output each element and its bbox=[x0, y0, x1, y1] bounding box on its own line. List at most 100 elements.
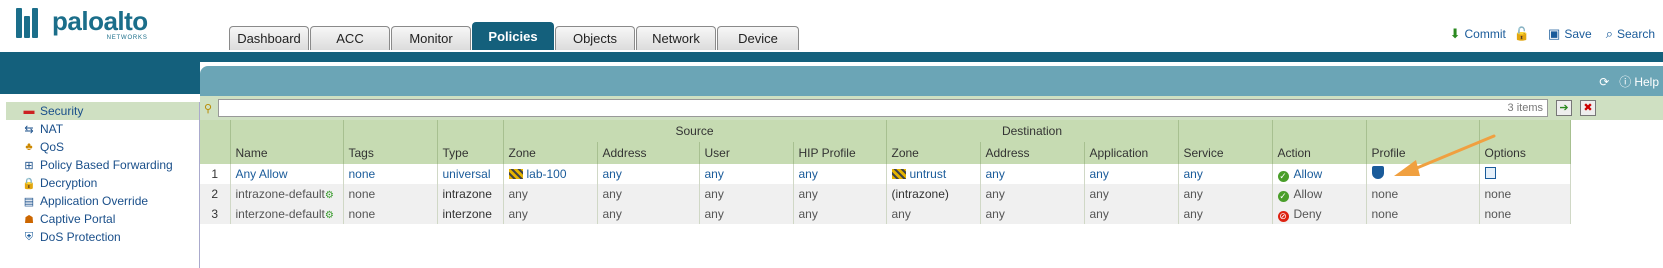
rule-options: none bbox=[1479, 204, 1571, 224]
rule-hip[interactable]: any bbox=[793, 164, 887, 184]
col-src-zone[interactable]: Zone bbox=[503, 142, 598, 164]
row-index: 3 bbox=[200, 204, 231, 224]
rule-options[interactable] bbox=[1479, 164, 1571, 184]
rule-src-address: any bbox=[597, 204, 700, 224]
rule-src-address[interactable]: any bbox=[597, 164, 700, 184]
sidebar-item-app-override[interactable]: ▤ Application Override bbox=[6, 192, 199, 210]
top-links: ⬇ Commit 🔓 ▣ Save ⌕ Search bbox=[1436, 26, 1655, 42]
rule-action[interactable]: ✓ Allow bbox=[1272, 164, 1367, 184]
rule-user: any bbox=[699, 204, 794, 224]
save-button[interactable]: ▣ Save bbox=[1548, 26, 1592, 42]
col-dst-zone[interactable]: Zone bbox=[886, 142, 981, 164]
table-row[interactable]: 3 interzone-default⚙ none interzone any … bbox=[200, 204, 1571, 224]
sidebar-item-label: Captive Portal bbox=[40, 212, 116, 226]
sidebar-item-captive-portal[interactable]: ☗ Captive Portal bbox=[6, 210, 199, 228]
gear-icon: ⚙ bbox=[324, 210, 334, 221]
search-label: Search bbox=[1616, 27, 1655, 41]
tab-objects[interactable]: Objects bbox=[555, 26, 635, 50]
col-profile[interactable]: Profile bbox=[1366, 142, 1480, 164]
rule-name[interactable]: interzone-default⚙ bbox=[230, 204, 344, 224]
sidebar-item-security[interactable]: ▬ Security bbox=[6, 102, 199, 120]
commit-button[interactable]: ⬇ Commit 🔓 bbox=[1450, 26, 1534, 42]
qos-icon: ♣ bbox=[25, 141, 33, 153]
search-button[interactable]: ⌕ Search bbox=[1606, 26, 1655, 42]
security-profile-icon[interactable] bbox=[1371, 166, 1384, 179]
refresh-icon[interactable]: ⟳ bbox=[1599, 75, 1609, 89]
lock-icon[interactable]: 🔓 bbox=[1514, 26, 1530, 42]
tab-monitor[interactable]: Monitor bbox=[391, 26, 471, 50]
policy-panel: ⟳ ⓘ Help ⚲ 3 items ➔ ✖ Source Destinatio bbox=[200, 66, 1663, 268]
tab-dashboard[interactable]: Dashboard bbox=[229, 26, 309, 50]
col-options[interactable]: Options bbox=[1479, 142, 1571, 164]
rule-dst-address[interactable]: any bbox=[980, 164, 1085, 184]
sidebar-item-qos[interactable]: ♣ QoS bbox=[6, 138, 199, 156]
rule-tags[interactable]: none bbox=[343, 164, 438, 184]
rule-tags: none bbox=[343, 184, 438, 204]
check-icon: ✓ bbox=[1277, 170, 1289, 182]
sidebar-item-decryption[interactable]: 🔒 Decryption bbox=[6, 174, 199, 192]
override-icon: ▤ bbox=[23, 195, 35, 208]
left-band bbox=[0, 62, 200, 94]
rule-type: intrazone bbox=[437, 184, 504, 204]
sidebar-item-pbf[interactable]: ⊞ Policy Based Forwarding bbox=[6, 156, 199, 174]
sidebar-item-nat[interactable]: ⇆ NAT bbox=[6, 120, 199, 138]
col-dst-address[interactable]: Address bbox=[980, 142, 1085, 164]
table-row[interactable]: 2 intrazone-default⚙ none intrazone any … bbox=[200, 184, 1571, 204]
rule-hip: any bbox=[793, 184, 887, 204]
sidebar-item-label: DoS Protection bbox=[40, 230, 121, 244]
deny-icon: ⊘ bbox=[1277, 210, 1289, 222]
rule-tags: none bbox=[343, 204, 438, 224]
sidebar-item-dos[interactable]: ⛨ DoS Protection bbox=[6, 228, 199, 246]
col-action[interactable]: Action bbox=[1272, 142, 1367, 164]
policy-sidebar: ▬ Security ⇆ NAT ♣ QoS ⊞ Policy Based Fo… bbox=[6, 102, 200, 268]
col-type[interactable]: Type bbox=[437, 142, 504, 164]
rule-application[interactable]: any bbox=[1084, 164, 1179, 184]
help-link[interactable]: Help bbox=[1634, 75, 1659, 89]
tab-network[interactable]: Network bbox=[636, 26, 716, 50]
apply-filter-button[interactable]: ➔ bbox=[1556, 100, 1572, 116]
rule-profile: none bbox=[1366, 184, 1480, 204]
col-src-address[interactable]: Address bbox=[597, 142, 700, 164]
col-user[interactable]: User bbox=[699, 142, 794, 164]
save-label: Save bbox=[1564, 27, 1592, 41]
rule-dst-zone: any bbox=[886, 204, 981, 224]
col-hip-profile[interactable]: HIP Profile bbox=[793, 142, 887, 164]
rule-dst-zone: (intrazone) bbox=[886, 184, 981, 204]
portal-icon: ☗ bbox=[24, 213, 34, 226]
log-forwarding-icon[interactable] bbox=[1484, 166, 1496, 179]
pbf-icon: ⊞ bbox=[24, 159, 34, 172]
row-index: 1 bbox=[200, 164, 231, 184]
rule-user[interactable]: any bbox=[699, 164, 794, 184]
rule-dst-zone[interactable]: untrust bbox=[886, 164, 981, 184]
rule-dst-address: any bbox=[980, 184, 1085, 204]
table-row[interactable]: 1 Any Allow none universal lab-100 any a… bbox=[200, 164, 1571, 184]
clear-filter-button[interactable]: ✖ bbox=[1580, 100, 1596, 116]
rule-application: any bbox=[1084, 204, 1179, 224]
rule-name[interactable]: intrazone-default⚙ bbox=[230, 184, 344, 204]
col-service[interactable]: Service bbox=[1178, 142, 1273, 164]
rule-profile[interactable] bbox=[1366, 164, 1480, 184]
rule-type[interactable]: universal bbox=[437, 164, 504, 184]
logo-name: paloalto bbox=[52, 6, 148, 36]
rule-application: any bbox=[1084, 184, 1179, 204]
sidebar-item-label: NAT bbox=[40, 122, 64, 136]
col-name[interactable]: Name bbox=[230, 142, 344, 164]
group-source: Source bbox=[503, 120, 887, 142]
rule-name-link[interactable]: Any Allow bbox=[230, 164, 344, 184]
row-index: 2 bbox=[200, 184, 231, 204]
tab-policies[interactable]: Policies bbox=[472, 22, 554, 50]
tab-device[interactable]: Device bbox=[717, 26, 799, 50]
col-application[interactable]: Application bbox=[1084, 142, 1179, 164]
tab-acc[interactable]: ACC bbox=[310, 26, 390, 50]
rule-service: any bbox=[1178, 184, 1273, 204]
item-count: 3 items bbox=[1507, 102, 1543, 114]
rule-src-zone[interactable]: lab-100 bbox=[503, 164, 598, 184]
filter-input[interactable]: 3 items bbox=[218, 99, 1548, 117]
rule-service[interactable]: any bbox=[1178, 164, 1273, 184]
rule-profile: none bbox=[1366, 204, 1480, 224]
rule-src-address: any bbox=[597, 184, 700, 204]
zone-icon bbox=[891, 169, 906, 179]
logo-mark-icon bbox=[16, 8, 46, 38]
help-icon[interactable]: ⓘ bbox=[1619, 73, 1631, 90]
col-tags[interactable]: Tags bbox=[343, 142, 438, 164]
